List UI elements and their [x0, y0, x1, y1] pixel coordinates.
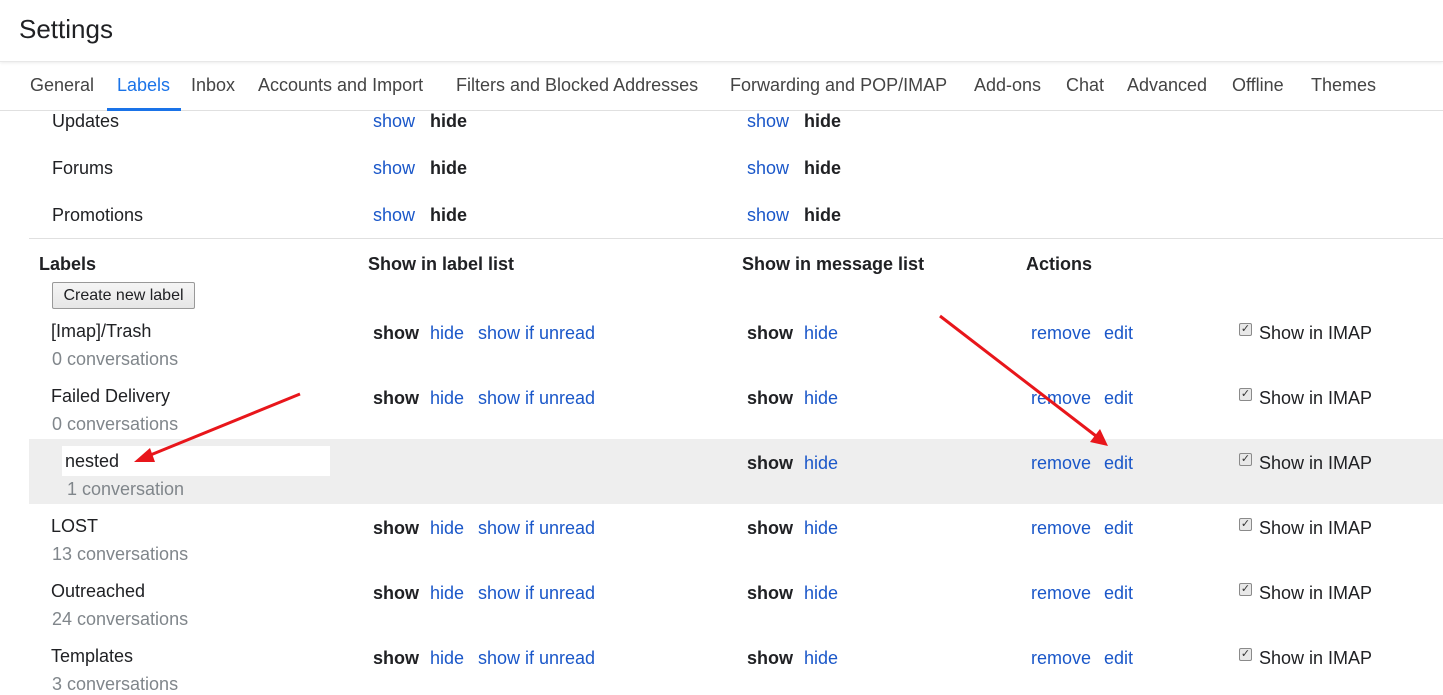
label-list-show-if-unread-link[interactable]: show if unread — [478, 518, 595, 539]
label-list-hide-selected: hide — [430, 205, 468, 225]
label-list-show-selected: show — [373, 583, 420, 603]
category-name: Forums — [52, 158, 114, 178]
label-name[interactable]: [Imap]/Trash — [51, 321, 151, 342]
label-name[interactable]: LOST — [51, 516, 98, 537]
tab-inbox[interactable]: Inbox — [191, 75, 235, 96]
tab-forwarding[interactable]: Forwarding and POP/IMAP — [730, 75, 947, 96]
tab-chat[interactable]: Chat — [1066, 75, 1104, 96]
show-in-imap-label: Show in IMAP — [1259, 518, 1373, 538]
label-list-show-link[interactable]: show — [373, 111, 415, 132]
edit-label-link[interactable]: edit — [1104, 583, 1133, 604]
label-list-show-if-unread-link[interactable]: show if unread — [478, 583, 595, 604]
label-list-hide-selected: hide — [430, 111, 468, 131]
label-count: 3 conversations — [52, 674, 179, 694]
category-name: Promotions — [52, 205, 144, 225]
label-list-show-selected: show — [373, 518, 420, 538]
label-count: 13 conversations — [52, 544, 189, 564]
label-list-show-link[interactable]: show — [373, 158, 415, 179]
show-in-imap-label: Show in IMAP — [1259, 388, 1373, 408]
label-count: 24 conversations — [52, 609, 189, 629]
label-list-hide-link[interactable]: hide — [430, 518, 464, 539]
edit-label-link[interactable]: edit — [1104, 323, 1133, 344]
label-name[interactable]: Outreached — [51, 581, 145, 602]
edit-label-link[interactable]: edit — [1104, 648, 1133, 669]
message-list-hide-link[interactable]: hide — [804, 583, 838, 604]
label-list-show-link[interactable]: show — [373, 205, 415, 226]
labels-column-header: Labels — [39, 254, 97, 274]
label-list-hide-link[interactable]: hide — [430, 323, 464, 344]
remove-label-link[interactable]: remove — [1031, 518, 1091, 539]
message-list-hide-link[interactable]: hide — [804, 648, 838, 669]
message-list-hide-selected: hide — [804, 158, 842, 178]
label-name[interactable]: Failed Delivery — [51, 386, 170, 407]
label-count: 0 conversations — [52, 349, 179, 369]
show-in-imap-checkbox[interactable]: ✓ — [1239, 388, 1252, 401]
settings-header: Settings — [0, 0, 1443, 62]
remove-label-link[interactable]: remove — [1031, 583, 1091, 604]
label-count: 1 conversation — [67, 479, 185, 499]
message-list-show-selected: show — [747, 323, 794, 343]
tab-accounts-and-import[interactable]: Accounts and Import — [258, 75, 423, 96]
category-name: Updates — [52, 111, 120, 131]
label-name-input[interactable]: nested — [62, 446, 330, 476]
message-list-show-selected: show — [747, 518, 794, 538]
show-in-imap-label: Show in IMAP — [1259, 323, 1373, 343]
label-name[interactable]: Templates — [51, 646, 133, 667]
remove-label-link[interactable]: remove — [1031, 648, 1091, 669]
label-list-show-selected: show — [373, 648, 420, 668]
show-in-imap-checkbox[interactable]: ✓ — [1239, 518, 1252, 531]
message-list-column-header: Show in message list — [742, 254, 925, 274]
label-list-hide-link[interactable]: hide — [430, 583, 464, 604]
message-list-hide-selected: hide — [804, 111, 842, 131]
message-list-hide-link[interactable]: hide — [804, 323, 838, 344]
page-title: Settings — [19, 14, 113, 44]
edit-label-link[interactable]: edit — [1104, 453, 1133, 474]
message-list-show-link[interactable]: show — [747, 205, 789, 226]
tab-filters[interactable]: Filters and Blocked Addresses — [456, 75, 698, 96]
tab-themes[interactable]: Themes — [1311, 75, 1376, 96]
message-list-show-selected: show — [747, 583, 794, 603]
edit-label-link[interactable]: edit — [1104, 388, 1133, 409]
label-list-show-selected: show — [373, 388, 420, 408]
label-list-hide-link[interactable]: hide — [430, 388, 464, 409]
show-in-imap-label: Show in IMAP — [1259, 648, 1373, 668]
message-list-show-selected: show — [747, 388, 794, 408]
remove-label-link[interactable]: remove — [1031, 453, 1091, 474]
remove-label-link[interactable]: remove — [1031, 388, 1091, 409]
show-in-imap-checkbox[interactable]: ✓ — [1239, 323, 1252, 336]
tab-general[interactable]: General — [30, 75, 94, 96]
show-in-imap-label: Show in IMAP — [1259, 583, 1373, 603]
label-count: 0 conversations — [52, 414, 179, 434]
show-in-imap-label: Show in IMAP — [1259, 453, 1373, 473]
show-in-imap-checkbox[interactable]: ✓ — [1239, 648, 1252, 661]
label-list-show-if-unread-link[interactable]: show if unread — [478, 388, 595, 409]
message-list-hide-link[interactable]: hide — [804, 453, 838, 474]
remove-label-link[interactable]: remove — [1031, 323, 1091, 344]
create-new-label-button[interactable]: Create new label — [52, 282, 195, 309]
message-list-show-link[interactable]: show — [747, 111, 789, 132]
tab-labels[interactable]: Labels — [117, 75, 170, 96]
show-in-imap-checkbox[interactable]: ✓ — [1239, 453, 1252, 466]
label-list-show-selected: show — [373, 323, 420, 343]
label-list-hide-selected: hide — [430, 158, 468, 178]
tab-offline[interactable]: Offline — [1232, 75, 1284, 96]
label-list-hide-link[interactable]: hide — [430, 648, 464, 669]
settings-tabs: General Labels Inbox Accounts and Import… — [0, 62, 1443, 111]
message-list-show-link[interactable]: show — [747, 158, 789, 179]
message-list-show-selected: show — [747, 648, 794, 668]
label-list-show-if-unread-link[interactable]: show if unread — [478, 648, 595, 669]
tab-add-ons[interactable]: Add-ons — [974, 75, 1041, 96]
actions-column-header: Actions — [1026, 254, 1093, 274]
section-divider — [29, 238, 1443, 239]
message-list-show-selected: show — [747, 453, 794, 473]
edit-label-link[interactable]: edit — [1104, 518, 1133, 539]
message-list-hide-selected: hide — [804, 205, 842, 225]
message-list-hide-link[interactable]: hide — [804, 388, 838, 409]
label-list-column-header: Show in label list — [368, 254, 515, 274]
message-list-hide-link[interactable]: hide — [804, 518, 838, 539]
label-list-show-if-unread-link[interactable]: show if unread — [478, 323, 595, 344]
show-in-imap-checkbox[interactable]: ✓ — [1239, 583, 1252, 596]
label-name: nested — [65, 451, 120, 471]
tab-advanced[interactable]: Advanced — [1127, 75, 1207, 96]
